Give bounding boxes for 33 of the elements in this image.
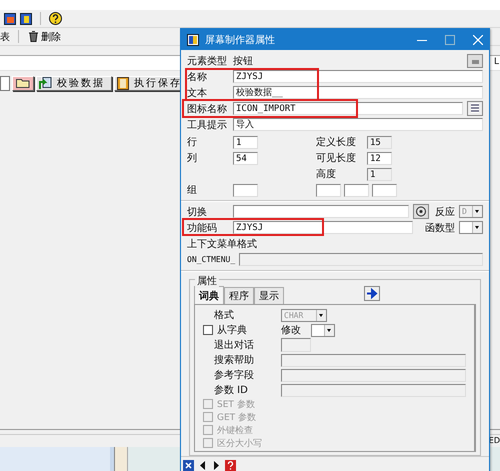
field-label: 文本	[187, 86, 208, 100]
field-label: 高度	[316, 168, 337, 181]
field-label: 工具提示	[187, 118, 228, 132]
window-title: 屏幕制作器属性	[205, 34, 276, 46]
checkbox-label: GET 参数	[217, 412, 256, 424]
field-label: 参考字段	[213, 368, 255, 382]
field-label: 行	[187, 136, 198, 149]
checkbox-label: 外键检查	[217, 424, 253, 436]
checkbox-label: 区分大小写	[217, 438, 262, 450]
field-value: 按钮	[233, 54, 254, 68]
field-label: 名称	[187, 70, 208, 84]
field-label: 切换	[187, 206, 208, 218]
checkbox-label: 从字典	[217, 324, 247, 337]
field-label: 退出对话	[213, 338, 255, 352]
checkbox-label: SET 参数	[217, 398, 255, 410]
field-label: 搜索帮助	[213, 354, 255, 367]
field-label: 定义长度	[316, 136, 357, 149]
field-label: 反应	[435, 206, 455, 218]
field-label: 参数 ID	[213, 384, 249, 397]
field-label: 列	[187, 152, 198, 165]
field-label: 图标名称	[187, 102, 228, 116]
field-label: 元素类型	[187, 54, 228, 68]
field-label: 可见长度	[316, 152, 357, 165]
field-label: 函数型	[425, 222, 455, 234]
toolbar-label: 表	[0, 30, 10, 44]
edge-text: L	[494, 57, 499, 67]
field-label: ON_CTMENU_	[187, 255, 235, 264]
field-label: 组	[187, 184, 198, 197]
field-label: 功能码	[187, 222, 218, 234]
section-label: 上下文菜单格式	[187, 239, 258, 251]
field-label: 修改	[281, 324, 302, 337]
field-label: 格式	[213, 308, 235, 322]
group-title: 属性	[195, 274, 219, 288]
